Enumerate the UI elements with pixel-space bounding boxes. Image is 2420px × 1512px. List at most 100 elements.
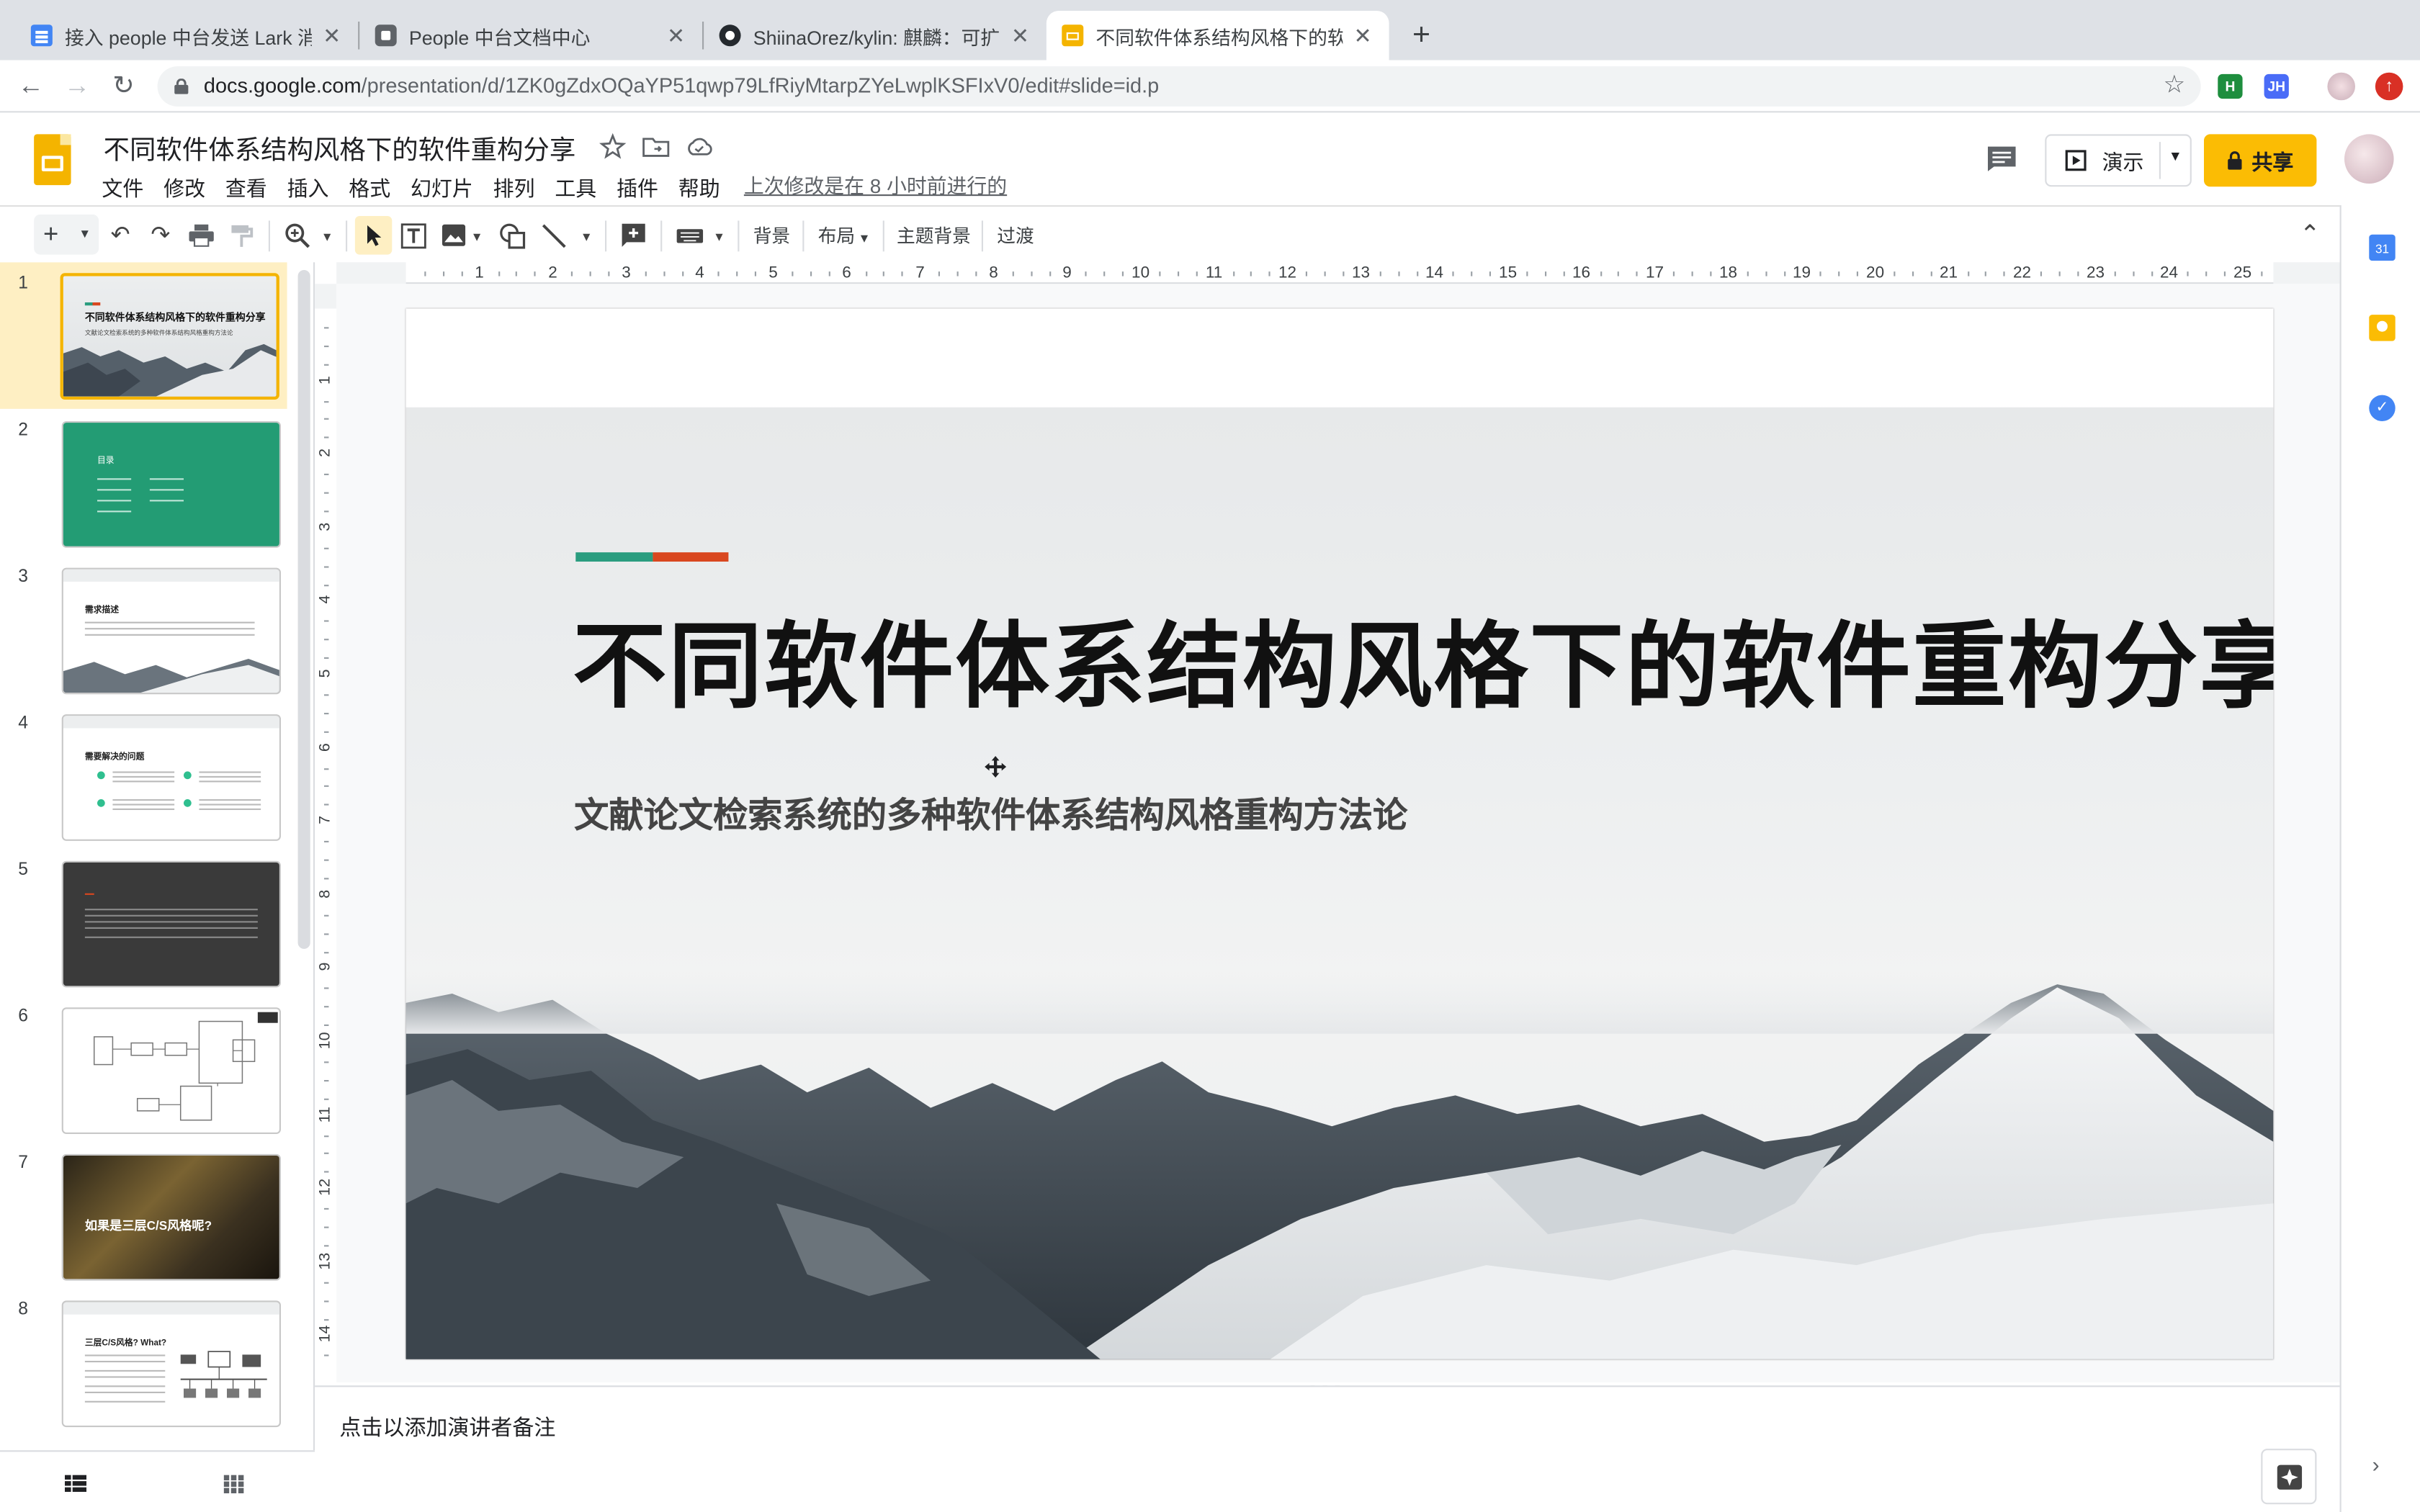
close-icon[interactable]: ✕ — [1352, 22, 1373, 48]
print-icon[interactable] — [188, 224, 214, 247]
move-folder-icon[interactable] — [642, 134, 670, 158]
line-icon[interactable] — [540, 222, 568, 251]
slides-logo-icon[interactable] — [34, 134, 71, 186]
last-edit-link[interactable]: 上次修改是在 8 小时前进行的 — [744, 170, 1007, 199]
slide-thumbnail-4[interactable]: 需要解决的问题 — [61, 714, 281, 841]
ruler-number: 10 — [317, 1032, 334, 1050]
slide-thumbnail-3[interactable]: 需求描述 — [61, 567, 281, 695]
bookmark-star-icon[interactable]: ☆ — [2164, 66, 2186, 107]
menu-tools[interactable]: 工具 — [555, 171, 596, 202]
browser-tab[interactable]: People 中台文档中心 ✕ — [359, 11, 702, 60]
expand-panel-icon[interactable]: › — [2372, 1452, 2380, 1476]
new-slide-button[interactable]: + ▼ — [34, 214, 99, 255]
slide-thumbnail-8[interactable]: 三层C/S风格? What? — [61, 1300, 281, 1428]
ruler-tick — [718, 271, 720, 276]
chevron-down-icon[interactable]: ▼ — [581, 230, 593, 243]
chevron-down-icon[interactable]: ▼ — [2169, 148, 2182, 163]
ruler-tick — [1049, 271, 1051, 276]
image-icon[interactable] — [442, 224, 466, 247]
slide-thumbnail-7[interactable]: 如果是三层C/S风格呢? — [61, 1153, 281, 1281]
ruler-number: 3 — [622, 264, 631, 283]
menu-arrange[interactable]: 排列 — [493, 171, 535, 202]
document-title[interactable]: 不同软件体系结构风格下的软件重构分享 — [104, 128, 576, 167]
user-avatar[interactable] — [2344, 134, 2394, 184]
select-tool[interactable] — [354, 216, 393, 255]
keep-icon[interactable] — [2369, 315, 2396, 341]
redo-icon[interactable]: ↷ — [145, 222, 176, 251]
menu-file[interactable]: 文件 — [102, 171, 143, 202]
shape-icon[interactable] — [498, 222, 526, 251]
cloud-saved-icon[interactable] — [685, 136, 713, 158]
slide-title[interactable]: 不同软件体系结构风格下的软件重构分享 — [573, 590, 2273, 727]
menu-format[interactable]: 格式 — [349, 171, 390, 202]
ruler-tick — [516, 271, 518, 276]
slide-thumbnail-1[interactable]: 不同软件体系结构风格下的软件重构分享 文献论文检索系统的多种软件体系结构风格重构… — [60, 273, 279, 400]
paint-format-icon[interactable] — [230, 224, 254, 248]
chevron-down-icon[interactable]: ▼ — [471, 230, 483, 243]
undo-icon[interactable]: ↶ — [105, 222, 136, 251]
new-tab-button[interactable]: + — [1402, 15, 1442, 55]
browser-tab[interactable]: ShiinaOrez/kylin: 麒麟：可扩展 ✕ — [704, 11, 1047, 60]
star-icon[interactable] — [599, 132, 627, 161]
ruler-tick — [324, 1171, 329, 1174]
ruler-number: 23 — [2087, 264, 2105, 283]
back-icon[interactable]: ← — [14, 69, 48, 103]
menu-view[interactable]: 查看 — [225, 171, 267, 202]
keyboard-icon[interactable] — [676, 228, 704, 243]
ruler-tick — [324, 1025, 329, 1027]
speaker-notes[interactable]: 点击以添加演讲者备注 — [315, 1385, 2340, 1512]
ruler-tick — [324, 804, 329, 806]
ruler-number: 10 — [1131, 264, 1150, 283]
zoom-icon[interactable] — [284, 222, 310, 248]
tab-title: 不同软件体系结构风格下的软件 — [1095, 27, 1343, 49]
present-button[interactable]: 演示 ▼ — [2045, 134, 2192, 187]
browser-tab-active[interactable]: 不同软件体系结构风格下的软件 ✕ — [1046, 11, 1389, 60]
forward-icon[interactable]: → — [60, 69, 94, 103]
share-button[interactable]: 共享 — [2204, 134, 2317, 187]
menu-slide[interactable]: 幻灯片 — [411, 171, 473, 202]
extension-jh-icon[interactable]: JH — [2264, 73, 2289, 99]
grid-view-icon[interactable] — [223, 1475, 244, 1494]
slide-thumbnail-6[interactable] — [61, 1007, 281, 1134]
slide-thumbnail-2[interactable]: 目录 — [61, 421, 281, 548]
layout-button[interactable]: 布局 ▼ — [818, 222, 871, 253]
ruler-number: 25 — [2233, 264, 2252, 283]
calendar-icon[interactable]: 31 — [2369, 234, 2396, 261]
slide-subtitle[interactable]: 文献论文检索系统的多种软件体系结构风格重构方法论 — [574, 788, 1407, 838]
text-box-icon[interactable] — [400, 222, 428, 251]
transition-button[interactable]: 过渡 — [997, 222, 1034, 251]
ruler-tick — [938, 271, 941, 276]
filmstrip-view-icon[interactable] — [65, 1475, 86, 1493]
url-bar[interactable]: docs.google.com/presentation/d/1ZK0gZdxO… — [157, 66, 2201, 107]
extension-h-icon[interactable]: H — [2218, 73, 2243, 99]
comments-icon[interactable] — [1986, 145, 2017, 173]
menu-edit[interactable]: 修改 — [163, 171, 205, 202]
ruler-tick — [324, 878, 329, 880]
add-comment-icon[interactable] — [620, 222, 646, 248]
menu-insert[interactable]: 插入 — [287, 171, 329, 202]
update-icon[interactable]: ↑ — [2375, 72, 2403, 101]
horizontal-ruler[interactable]: 1 2 3 4 5 6 7 8 9 10 11 12 13 14 15 16 17 18 19 20 21 22 23 24 2… — [336, 262, 2340, 284]
chevron-down-icon[interactable]: ▼ — [321, 230, 333, 243]
menu-help[interactable]: 帮助 — [678, 171, 720, 202]
filmstrip-scrollbar[interactable] — [297, 270, 310, 949]
collapse-toolbar-icon[interactable]: ⌃ — [2300, 219, 2321, 250]
close-icon[interactable]: ✕ — [321, 22, 343, 48]
ruler-tick — [324, 1098, 329, 1100]
reload-icon[interactable]: ↻ — [107, 69, 140, 103]
close-icon[interactable]: ✕ — [666, 22, 687, 48]
slide-thumbnail-5[interactable] — [61, 860, 281, 988]
explore-button[interactable] — [2261, 1449, 2317, 1505]
menu-addons[interactable]: 插件 — [617, 171, 658, 202]
vertical-ruler[interactable]: 1 2 3 4 5 6 7 8 9 10 11 12 13 14 — [315, 284, 337, 1380]
browser-tab[interactable]: 接入 people 中台发送 Lark 消息 ✕ — [15, 11, 358, 60]
current-slide[interactable]: 不同软件体系结构风格下的软件重构分享 文献论文检索系统的多种软件体系结构风格重构… — [405, 308, 2274, 1359]
background-button[interactable]: 背景 — [753, 222, 790, 251]
close-icon[interactable]: ✕ — [1009, 22, 1031, 48]
ruler-tick — [324, 364, 329, 366]
profile-avatar-icon[interactable] — [2327, 72, 2355, 101]
ruler-tick — [1196, 271, 1198, 276]
theme-button[interactable]: 主题背景 — [897, 222, 971, 251]
tasks-icon[interactable]: ✓ — [2369, 395, 2396, 421]
chevron-down-icon[interactable]: ▼ — [713, 230, 725, 243]
